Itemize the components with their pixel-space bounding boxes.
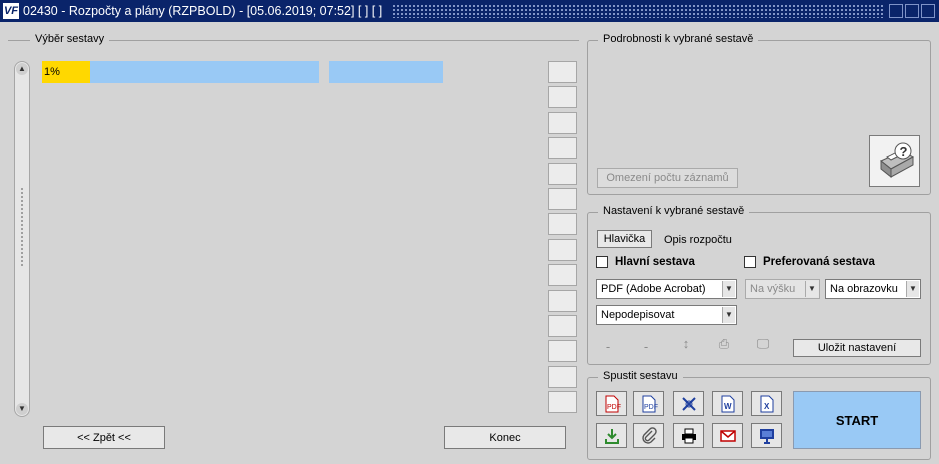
report-selection-group: Výběr sestavy	[8, 33, 579, 458]
progress-indicator: 1%	[42, 61, 90, 83]
excel-icon[interactable]: X	[751, 391, 782, 416]
window-title: 02430 - Rozpočty a plány (RZPBOLD) - [05…	[23, 4, 383, 18]
scroll-down-icon[interactable]: ▼	[16, 403, 28, 415]
report-selection-legend: Výběr sestavy	[30, 33, 110, 45]
row-selector[interactable]	[548, 340, 577, 363]
format-select-value: PDF (Adobe Acrobat)	[601, 283, 706, 295]
end-button[interactable]: Konec	[444, 426, 566, 449]
main-report-checkbox[interactable]: Hlavní sestava	[596, 256, 695, 268]
minimize-button[interactable]	[889, 4, 903, 18]
monitor-icon: 🖵	[756, 336, 770, 351]
save-settings-button[interactable]: Uložit nastavení	[793, 339, 921, 357]
start-button[interactable]: START	[793, 391, 921, 449]
pdf-red-icon[interactable]: PDF	[596, 391, 627, 416]
email-icon[interactable]	[712, 423, 743, 448]
download-icon[interactable]	[596, 423, 627, 448]
preferred-report-label: Preferovaná sestava	[763, 256, 875, 268]
scroll-grip[interactable]	[20, 187, 24, 267]
row-selector[interactable]	[548, 86, 577, 109]
row-selector[interactable]	[548, 365, 577, 388]
chevron-down-icon[interactable]: ▼	[722, 281, 735, 297]
header-button[interactable]: Hlavička	[597, 230, 652, 248]
svg-text:PDF: PDF	[607, 404, 621, 411]
settings-legend: Nastavení k vybrané sestavě	[598, 205, 750, 217]
screen-icon[interactable]	[751, 423, 782, 448]
pdf-gray-icon[interactable]: PDF	[633, 391, 664, 416]
signing-select[interactable]: Nepodepisovat ▼	[596, 305, 737, 325]
chevron-down-icon[interactable]: ▼	[906, 281, 919, 297]
row-selector[interactable]	[548, 111, 577, 134]
svg-text:PDF: PDF	[644, 404, 658, 411]
printer-icon[interactable]	[673, 423, 704, 448]
details-legend: Podrobnosti k vybrané sestavě	[598, 33, 759, 45]
close-button[interactable]	[921, 4, 935, 18]
row-selector[interactable]	[548, 213, 577, 236]
orientation-select-value: Na výšku	[750, 283, 796, 295]
row-selector[interactable]	[548, 289, 577, 312]
tool-icon[interactable]	[673, 391, 704, 416]
main-report-label: Hlavní sestava	[615, 256, 695, 268]
vertical-scrollbar[interactable]: ▲ ▼	[14, 61, 30, 417]
title-bar: VF 02430 - Rozpočty a plány (RZPBOLD) - …	[0, 0, 939, 22]
signing-select-value: Nepodepisovat	[601, 309, 675, 321]
vertical-arrows-icon: ↕	[682, 336, 690, 351]
pdf-icon: ⎙	[718, 336, 730, 351]
dash-1: -	[605, 339, 611, 354]
svg-text:W: W	[724, 402, 732, 411]
row-selector[interactable]	[548, 162, 577, 185]
back-button[interactable]: << Zpět <<	[43, 426, 165, 449]
header-value: Opis rozpočtu	[664, 234, 732, 246]
progress-bar-segment	[329, 61, 443, 83]
chevron-down-icon[interactable]: ▼	[805, 281, 818, 297]
word-icon[interactable]: W	[712, 391, 743, 416]
preferred-report-checkbox[interactable]: Preferovaná sestava	[744, 256, 875, 268]
format-select[interactable]: PDF (Adobe Acrobat) ▼	[596, 279, 737, 299]
row-selector[interactable]	[548, 61, 577, 83]
chevron-down-icon[interactable]: ▼	[722, 307, 735, 323]
row-selector[interactable]	[548, 264, 577, 287]
attachment-icon[interactable]	[633, 423, 664, 448]
main-report-checkbox-box[interactable]	[596, 256, 608, 268]
preferred-report-checkbox-box[interactable]	[744, 256, 756, 268]
app-icon: VF	[3, 3, 19, 19]
svg-text:X: X	[764, 402, 770, 411]
printer-question-icon[interactable]: ?	[869, 135, 920, 187]
svg-text:?: ?	[899, 144, 907, 159]
row-selector[interactable]	[548, 391, 577, 414]
title-bar-drag-area[interactable]	[392, 4, 883, 18]
row-selector[interactable]	[548, 137, 577, 160]
output-select[interactable]: Na obrazovku ▼	[825, 279, 921, 299]
row-selector[interactable]	[548, 187, 577, 210]
row-selector[interactable]	[548, 238, 577, 261]
run-report-legend: Spustit sestavu	[598, 370, 683, 382]
scroll-up-icon[interactable]: ▲	[16, 63, 28, 75]
row-selector-column	[548, 61, 577, 416]
orientation-select[interactable]: Na výšku ▼	[745, 279, 820, 299]
dash-2: -	[643, 339, 649, 354]
output-select-value: Na obrazovku	[830, 283, 898, 295]
row-selector[interactable]	[548, 314, 577, 337]
limit-records-button[interactable]: Omezení počtu záznamů	[597, 168, 738, 188]
progress-bar-segment	[90, 61, 319, 83]
maximize-button[interactable]	[905, 4, 919, 18]
